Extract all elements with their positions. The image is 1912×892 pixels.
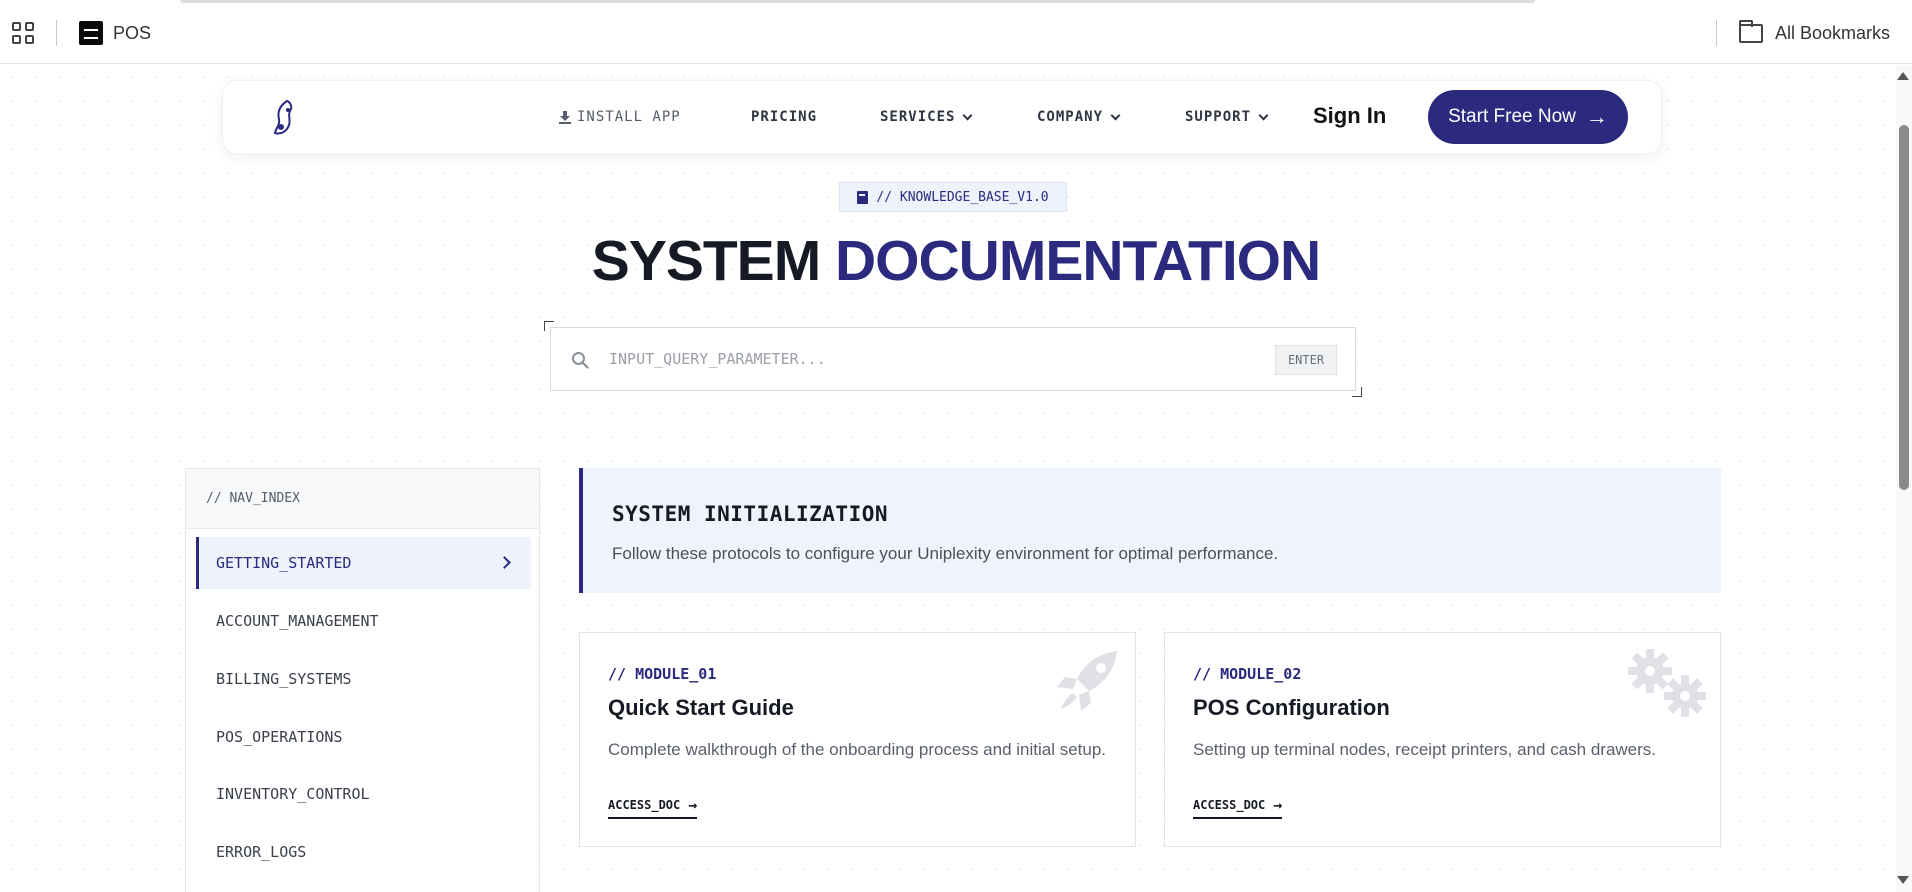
callout-description: Follow these protocols to configure your… — [612, 544, 1279, 563]
nav-support-label: SUPPORT — [1185, 109, 1252, 125]
scrollbar-thumb[interactable] — [1899, 125, 1909, 490]
access-doc-label: ACCESS_DOC — [608, 798, 681, 812]
bookmark-separator-right — [1716, 20, 1717, 46]
sidebar-item-billing-systems[interactable]: BILLING_SYSTEMS — [196, 653, 531, 705]
search-input[interactable] — [609, 338, 1249, 380]
nav-install-app-label: INSTALL APP — [577, 109, 681, 125]
book-icon — [857, 190, 869, 204]
scroll-up-arrow-icon[interactable] — [1897, 72, 1909, 80]
knowledge-base-tag-label: // KNOWLEDGE_BASE_V1.0 — [876, 189, 1049, 205]
nav-company[interactable]: COMPANY — [1037, 109, 1121, 125]
sidebar-item-label: INVENTORY_CONTROL — [216, 785, 370, 803]
gears-icon — [1628, 649, 1706, 717]
rocket-icon — [1057, 651, 1117, 711]
chevron-down-icon — [1110, 110, 1121, 120]
sidebar-item-getting-started[interactable]: GETTING_STARTED — [196, 537, 531, 589]
download-icon — [559, 110, 571, 124]
logo-icon[interactable] — [267, 97, 301, 139]
start-free-now-button[interactable]: Start Free Now → — [1428, 90, 1628, 144]
page-title: SYSTEM DOCUMENTATION — [0, 228, 1896, 294]
all-bookmarks-label: All Bookmarks — [1774, 22, 1890, 43]
sidebar-item-label: GETTING_STARTED — [216, 554, 352, 572]
all-bookmarks-button[interactable]: All Bookmarks — [1738, 19, 1890, 46]
system-initialization-callout: SYSTEM INITIALIZATION Follow these proto… — [579, 468, 1721, 593]
nav-install-app[interactable]: INSTALL APP — [559, 109, 681, 125]
address-bar-edge — [180, 0, 1535, 3]
apps-grid-icon[interactable] — [12, 22, 34, 44]
sidebar-item-label: BILLING_SYSTEMS — [216, 670, 352, 688]
pos-favicon-icon — [79, 21, 103, 45]
knowledge-base-tag: // KNOWLEDGE_BASE_V1.0 — [839, 182, 1067, 212]
sidebar-item-label: POS_OPERATIONS — [216, 728, 343, 746]
bookmark-pos-label: POS — [113, 22, 152, 43]
sidebar-item-label: ERROR_LOGS — [216, 843, 307, 861]
bookmarks-bar: POS All Bookmarks — [0, 0, 1912, 64]
site-navbar: INSTALL APP PRICING SERVICES COMPANY SUP… — [222, 80, 1662, 154]
scroll-down-arrow-icon[interactable] — [1897, 876, 1909, 884]
callout-title: SYSTEM INITIALIZATION — [612, 502, 889, 526]
docs-sidebar: // NAV_INDEX GETTING_STARTED ACCOUNT_MAN… — [185, 468, 540, 892]
card-description: Setting up terminal nodes, receipt print… — [1193, 740, 1657, 759]
sign-in-link[interactable]: Sign In — [1313, 103, 1386, 129]
enter-key-hint[interactable]: ENTER — [1275, 345, 1337, 375]
chevron-down-icon — [1258, 110, 1269, 120]
sidebar-item-error-logs[interactable]: ERROR_LOGS — [196, 826, 531, 878]
sidebar-item-inventory-control[interactable]: INVENTORY_CONTROL — [196, 768, 531, 820]
page-title-part2: DOCUMENTATION — [835, 229, 1321, 293]
nav-services-label: SERVICES — [880, 109, 956, 125]
chevron-right-icon — [498, 556, 511, 569]
access-doc-label: ACCESS_DOC — [1193, 798, 1266, 812]
sidebar-item-account-management[interactable]: ACCOUNT_MANAGEMENT — [196, 595, 531, 647]
search-corner-decoration — [1352, 387, 1362, 397]
bookmark-separator — [56, 20, 57, 46]
nav-company-label: COMPANY — [1037, 109, 1104, 125]
chevron-down-icon — [962, 110, 973, 120]
nav-support[interactable]: SUPPORT — [1185, 109, 1269, 125]
arrow-right-icon: → — [1585, 104, 1608, 129]
sidebar-item-label: ACCOUNT_MANAGEMENT — [216, 612, 379, 630]
nav-pricing[interactable]: PRICING — [751, 109, 817, 125]
card-description: Complete walkthrough of the onboarding p… — [608, 740, 1107, 759]
sidebar-item-pos-operations[interactable]: POS_OPERATIONS — [196, 711, 531, 763]
search-box: ENTER — [550, 327, 1356, 391]
folder-icon — [1738, 19, 1763, 43]
nav-services[interactable]: SERVICES — [880, 109, 973, 125]
cta-label: Start Free Now — [1448, 106, 1576, 127]
arrow-right-icon: → — [1273, 796, 1283, 814]
nav-pricing-label: PRICING — [751, 109, 818, 125]
bookmark-pos[interactable]: POS — [79, 21, 152, 45]
arrow-right-icon: → — [688, 796, 698, 814]
access-doc-link[interactable]: ACCESS_DOC → — [608, 796, 698, 819]
sidebar-header: // NAV_INDEX — [186, 469, 539, 529]
access-doc-link[interactable]: ACCESS_DOC → — [1193, 796, 1283, 819]
page-title-part1: SYSTEM — [591, 229, 821, 293]
search-icon — [572, 352, 589, 369]
module-card-quick-start[interactable]: // MODULE_01 Quick Start Guide Complete … — [579, 632, 1136, 847]
page-viewport: INSTALL APP PRICING SERVICES COMPANY SUP… — [0, 65, 1896, 892]
module-card-pos-configuration[interactable]: // MODULE_02 POS Configuration Setting u… — [1164, 632, 1721, 847]
